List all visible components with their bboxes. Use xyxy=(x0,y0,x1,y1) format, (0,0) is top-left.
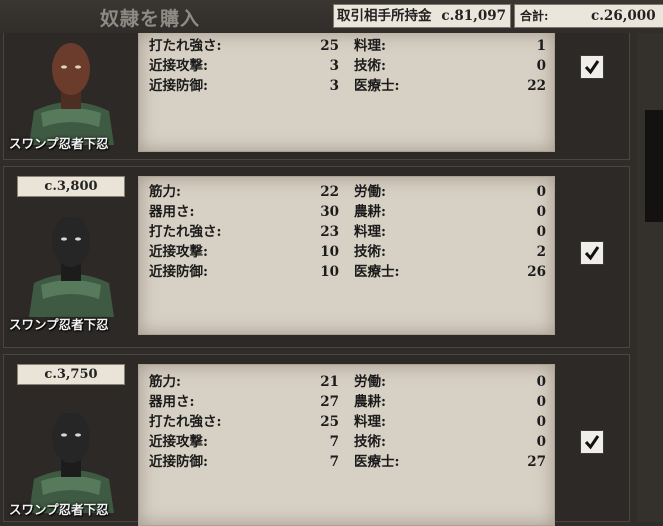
slave-portrait: スワンプ忍者下忍 xyxy=(4,37,134,155)
stat-label: 近接防御: xyxy=(149,454,208,470)
scrollbar-track[interactable] xyxy=(637,33,663,522)
stat-value: 22 xyxy=(527,78,546,94)
select-checkbox[interactable] xyxy=(580,430,604,454)
checkmark-icon xyxy=(584,60,600,75)
stat-value: 10 xyxy=(320,244,339,260)
header-bar: 奴隷を購入 取引相手所持金 c.81,097 合計: c.26,000 xyxy=(0,0,663,33)
stat-value: 27 xyxy=(320,394,339,410)
stat-value: 0 xyxy=(536,224,546,240)
stat-value: 0 xyxy=(536,434,546,450)
stat-label: 打たれ強さ: xyxy=(149,224,222,240)
stat-value: 0 xyxy=(536,204,546,220)
stat-value: 25 xyxy=(320,38,339,54)
stat-value: 7 xyxy=(329,454,339,470)
stat-label: 労働: xyxy=(354,184,386,200)
checkmark-icon xyxy=(584,435,600,450)
price-tag: c.3,750 xyxy=(17,364,125,385)
slave-name: スワンプ忍者下忍 xyxy=(9,317,109,332)
slave-name: スワンプ忍者下忍 xyxy=(9,502,109,517)
stat-value: 25 xyxy=(320,414,339,430)
stat-value: 0 xyxy=(536,374,546,390)
checkmark-icon xyxy=(584,246,600,261)
total-box: 合計: c.26,000 xyxy=(514,4,663,28)
slave-card[interactable]: c.3,750 スワンプ忍者下忍 筋力: 21 器用さ: 27 打たれ強さ: 2… xyxy=(3,354,630,526)
slave-name: スワンプ忍者下忍 xyxy=(9,136,109,151)
stat-value: 27 xyxy=(527,454,546,470)
stats-panel: 筋力: 22 器用さ: 30 打たれ強さ: 23 近接攻撃: 10 近接防御: … xyxy=(138,176,555,335)
trader-funds-value: c.81,097 xyxy=(441,8,506,24)
stat-label: 医療士: xyxy=(354,78,400,94)
stat-label: 医療士: xyxy=(354,454,400,470)
trader-funds-label: 取引相手所持金 xyxy=(337,8,432,24)
slave-card[interactable]: スワンプ忍者下忍 打たれ強さ: 25 近接攻撃: 3 近接防御: 3 料理: 1… xyxy=(3,26,630,160)
stat-label: 近接防御: xyxy=(149,264,208,280)
stat-value: 2 xyxy=(536,244,546,260)
stat-label: 技術: xyxy=(354,434,386,450)
stat-label: 料理: xyxy=(354,224,386,240)
stat-value: 30 xyxy=(320,204,339,220)
price-tag: c.3,800 xyxy=(17,176,125,197)
slave-portrait: スワンプ忍者下忍 xyxy=(4,413,134,523)
stat-label: 技術: xyxy=(354,244,386,260)
slave-portrait: スワンプ忍者下忍 xyxy=(4,217,134,345)
window-title: 奴隷を購入 xyxy=(100,8,201,30)
stat-label: 近接攻撃: xyxy=(149,244,208,260)
trader-funds-box: 取引相手所持金 c.81,097 xyxy=(333,4,511,28)
scrollbar-thumb[interactable] xyxy=(645,110,663,222)
stats-panel: 筋力: 21 器用さ: 27 打たれ強さ: 25 近接攻撃: 7 近接防御: 7… xyxy=(138,364,555,526)
stat-value: 0 xyxy=(536,414,546,430)
stat-label: 打たれ強さ: xyxy=(149,414,222,430)
stat-label: 農耕: xyxy=(354,394,386,410)
stats-panel: 打たれ強さ: 25 近接攻撃: 3 近接防御: 3 料理: 1 技術: 0 医療… xyxy=(138,32,555,152)
stat-value: 10 xyxy=(320,264,339,280)
stat-value: 22 xyxy=(320,184,339,200)
stat-label: 筋力: xyxy=(149,374,181,390)
stat-value: 0 xyxy=(536,394,546,410)
stat-label: 労働: xyxy=(354,374,386,390)
stat-value: 1 xyxy=(536,38,546,54)
total-value: c.26,000 xyxy=(591,8,656,24)
stat-label: 近接攻撃: xyxy=(149,58,208,74)
stat-label: 近接防御: xyxy=(149,78,208,94)
stat-label: 料理: xyxy=(354,38,386,54)
stat-value: 3 xyxy=(329,58,339,74)
stat-value: 23 xyxy=(320,224,339,240)
stat-label: 医療士: xyxy=(354,264,400,280)
stat-label: 技術: xyxy=(354,58,386,74)
stat-value: 7 xyxy=(329,434,339,450)
stat-value: 3 xyxy=(329,78,339,94)
slave-card[interactable]: c.3,800 スワンプ忍者下忍 筋力: 22 器用さ: 30 打たれ強さ: 2… xyxy=(3,166,630,348)
stat-label: 器用さ: xyxy=(149,394,195,410)
select-checkbox[interactable] xyxy=(580,55,604,79)
stat-value: 0 xyxy=(536,184,546,200)
select-checkbox[interactable] xyxy=(580,241,604,265)
stat-value: 0 xyxy=(536,58,546,74)
stat-label: 筋力: xyxy=(149,184,181,200)
stat-label: 器用さ: xyxy=(149,204,195,220)
stat-value: 21 xyxy=(320,374,339,390)
stat-value: 26 xyxy=(527,264,546,280)
total-label: 合計: xyxy=(520,9,549,23)
stat-label: 打たれ強さ: xyxy=(149,38,222,54)
stat-label: 近接攻撃: xyxy=(149,434,208,450)
stat-label: 料理: xyxy=(354,414,386,430)
stat-label: 農耕: xyxy=(354,204,386,220)
